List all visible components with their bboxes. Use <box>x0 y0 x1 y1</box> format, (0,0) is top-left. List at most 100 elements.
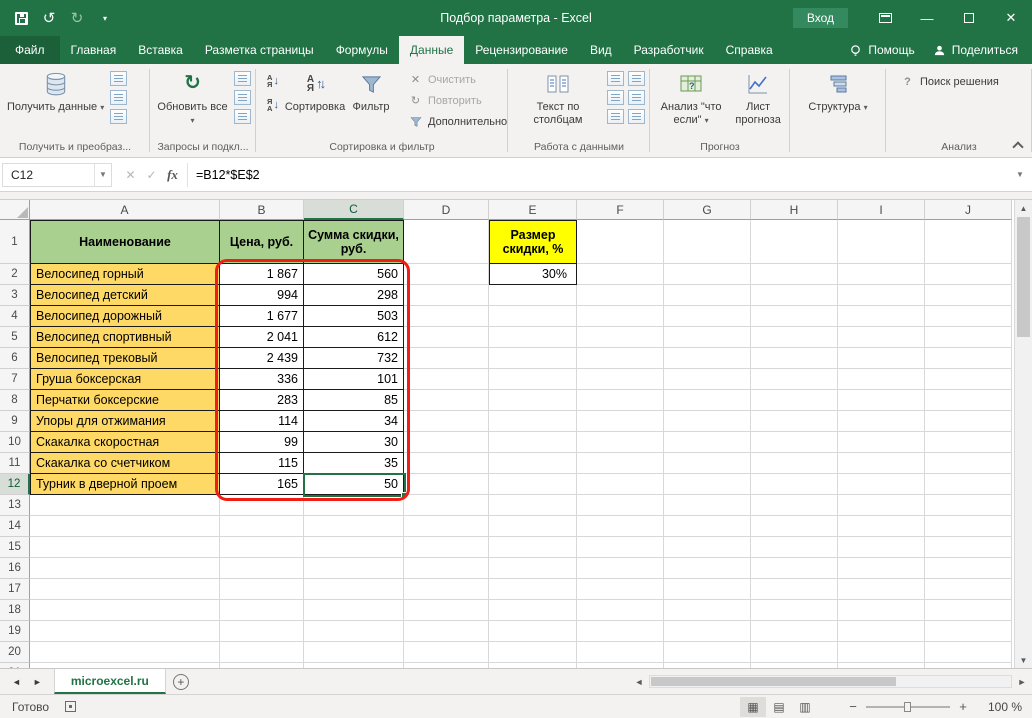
row-header-4[interactable]: 4 <box>0 306 30 327</box>
cell-B3[interactable]: 994 <box>220 285 304 306</box>
ribbon-tab-data[interactable]: Данные <box>399 36 464 64</box>
cell-G7[interactable] <box>664 369 751 390</box>
cell-I19[interactable] <box>838 621 925 642</box>
cell-C11[interactable]: 35 <box>304 453 404 474</box>
horizontal-scrollbar[interactable]: ◄ ► <box>632 669 1032 694</box>
cell-B19[interactable] <box>220 621 304 642</box>
cell-D21[interactable] <box>404 663 489 668</box>
sort-az-button[interactable]: АЯ↓ <box>260 70 286 91</box>
cell-G11[interactable] <box>664 453 751 474</box>
manage-data-model-icon[interactable] <box>628 109 645 124</box>
cell-I20[interactable] <box>838 642 925 663</box>
ribbon-tab-home[interactable]: Главная <box>60 36 128 64</box>
tell-me-button[interactable]: Помощь <box>849 43 914 57</box>
ribbon-tab-page-layout[interactable]: Разметка страницы <box>194 36 325 64</box>
ribbon-tab-developer[interactable]: Разработчик <box>623 36 715 64</box>
solver-button[interactable]: ? Поиск решения <box>895 71 1004 92</box>
cell-C20[interactable] <box>304 642 404 663</box>
cell-E9[interactable] <box>489 411 577 432</box>
cell-D1[interactable] <box>404 220 489 264</box>
cell-B2[interactable]: 1 867 <box>220 264 304 285</box>
cell-E2[interactable]: 30% <box>489 264 577 285</box>
cell-I14[interactable] <box>838 516 925 537</box>
cell-J21[interactable] <box>925 663 1012 668</box>
ribbon-tab-view[interactable]: Вид <box>579 36 623 64</box>
cell-E12[interactable] <box>489 474 577 495</box>
cell-G19[interactable] <box>664 621 751 642</box>
row-header-13[interactable]: 13 <box>0 495 30 516</box>
new-sheet-button[interactable]: + <box>166 669 196 694</box>
cell-I7[interactable] <box>838 369 925 390</box>
row-header-17[interactable]: 17 <box>0 579 30 600</box>
cell-D5[interactable] <box>404 327 489 348</box>
cell-J19[interactable] <box>925 621 1012 642</box>
cell-D16[interactable] <box>404 558 489 579</box>
cell-C7[interactable]: 101 <box>304 369 404 390</box>
cell-B18[interactable] <box>220 600 304 621</box>
row-header-18[interactable]: 18 <box>0 600 30 621</box>
scroll-down-icon[interactable]: ▼ <box>1015 652 1032 668</box>
customize-qat-button[interactable]: ▾ <box>92 5 118 31</box>
cell-H5[interactable] <box>751 327 838 348</box>
cell-F10[interactable] <box>577 432 664 453</box>
clear-filter-button[interactable]: ✕Очистить <box>403 69 512 90</box>
cell-E16[interactable] <box>489 558 577 579</box>
cell-H17[interactable] <box>751 579 838 600</box>
row-header-20[interactable]: 20 <box>0 642 30 663</box>
sign-in-button[interactable]: Вход <box>793 8 848 28</box>
cell-G18[interactable] <box>664 600 751 621</box>
cell-C10[interactable]: 30 <box>304 432 404 453</box>
cell-C14[interactable] <box>304 516 404 537</box>
cell-H16[interactable] <box>751 558 838 579</box>
cell-E18[interactable] <box>489 600 577 621</box>
cell-H21[interactable] <box>751 663 838 668</box>
advanced-filter-button[interactable]: Дополнительно <box>403 111 512 132</box>
column-header-A[interactable]: A <box>30 200 220 220</box>
filter-button[interactable]: Фильтр <box>343 67 399 114</box>
row-header-19[interactable]: 19 <box>0 621 30 642</box>
cell-A12[interactable]: Турник в дверной проем <box>30 474 220 495</box>
get-data-button[interactable]: Получить данные ▾ <box>3 67 108 114</box>
cell-C4[interactable]: 503 <box>304 306 404 327</box>
row-header-3[interactable]: 3 <box>0 285 30 306</box>
cell-B14[interactable] <box>220 516 304 537</box>
data-validation-icon[interactable] <box>607 109 624 124</box>
ribbon-tab-review[interactable]: Рецензирование <box>464 36 579 64</box>
cell-H7[interactable] <box>751 369 838 390</box>
cell-B11[interactable]: 115 <box>220 453 304 474</box>
refresh-all-button[interactable]: ↻ Обновить все ▾ <box>153 67 232 127</box>
ribbon-tab-file[interactable]: Файл <box>0 36 60 64</box>
from-text-icon[interactable] <box>110 71 127 86</box>
cell-E13[interactable] <box>489 495 577 516</box>
cell-I8[interactable] <box>838 390 925 411</box>
cell-E5[interactable] <box>489 327 577 348</box>
previous-sheet-icon[interactable]: ◄ <box>12 677 21 687</box>
ribbon-tab-formulas[interactable]: Формулы <box>325 36 399 64</box>
cell-H4[interactable] <box>751 306 838 327</box>
cell-C1[interactable]: Сумма скидки, руб. <box>304 220 404 264</box>
row-header-7[interactable]: 7 <box>0 369 30 390</box>
fill-handle[interactable] <box>401 492 407 498</box>
cell-C12[interactable]: 50 <box>304 474 404 495</box>
cell-F20[interactable] <box>577 642 664 663</box>
cell-A17[interactable] <box>30 579 220 600</box>
zoom-level[interactable]: 100 % <box>978 700 1022 714</box>
cell-J3[interactable] <box>925 285 1012 306</box>
cell-A20[interactable] <box>30 642 220 663</box>
page-break-view-button[interactable]: ▥ <box>792 697 818 717</box>
cell-I6[interactable] <box>838 348 925 369</box>
cell-G20[interactable] <box>664 642 751 663</box>
cell-I21[interactable] <box>838 663 925 668</box>
cell-I16[interactable] <box>838 558 925 579</box>
cell-E15[interactable] <box>489 537 577 558</box>
macro-record-icon[interactable] <box>65 701 76 712</box>
cell-H2[interactable] <box>751 264 838 285</box>
enter-icon[interactable]: ✓ <box>141 164 162 185</box>
cell-G21[interactable] <box>664 663 751 668</box>
row-header-5[interactable]: 5 <box>0 327 30 348</box>
cell-F11[interactable] <box>577 453 664 474</box>
horizontal-scroll-track[interactable] <box>649 675 1012 688</box>
cell-E11[interactable] <box>489 453 577 474</box>
cell-G3[interactable] <box>664 285 751 306</box>
cell-F17[interactable] <box>577 579 664 600</box>
